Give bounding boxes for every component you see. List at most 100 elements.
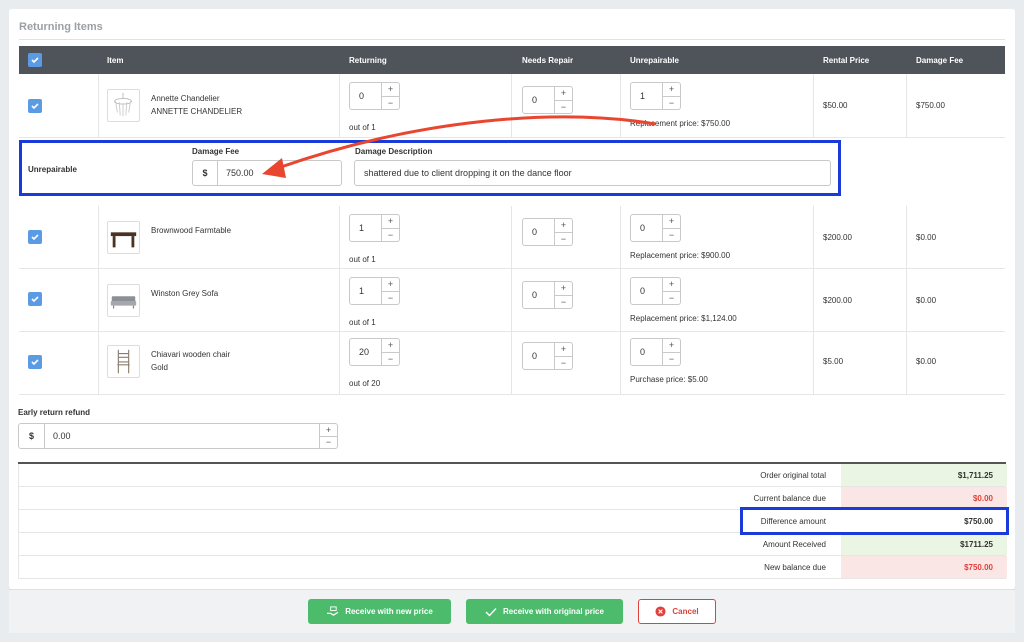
needs-repair-value[interactable]: 0 — [522, 281, 555, 309]
damage-fee-input[interactable]: $ 750.00 — [192, 160, 342, 186]
needs-repair-value[interactable]: 0 — [522, 218, 555, 246]
increment-button[interactable]: + — [555, 342, 573, 356]
decrement-button[interactable]: − — [382, 351, 400, 366]
item-name: Winston Grey Sofa — [151, 289, 219, 298]
item-name: Brownwood Farmtable — [151, 226, 232, 235]
rental-price: $200.00 — [823, 296, 852, 305]
decrement-button[interactable]: − — [382, 290, 400, 305]
price-note: Replacement price: $900.00 — [630, 251, 731, 260]
unrepairable-stepper[interactable]: 0 + − — [630, 214, 681, 242]
summary-value: $0.00 — [841, 487, 1007, 509]
damage-description-value[interactable]: shattered due to client dropping it on t… — [364, 168, 572, 178]
damage-description-label: Damage Description — [355, 147, 433, 156]
returning-value[interactable]: 20 — [349, 338, 382, 366]
check-icon — [31, 359, 39, 366]
summary-row: Order original total $1,711.25 — [18, 464, 1007, 487]
unrepairable-stepper[interactable]: 0 + − — [630, 277, 681, 305]
title-divider — [19, 39, 1005, 40]
needs-repair-stepper[interactable]: 0 + − — [522, 86, 573, 114]
needs-repair-stepper[interactable]: 0 + − — [522, 218, 573, 246]
unrepairable-value[interactable]: 0 — [630, 338, 663, 366]
damage-description-input[interactable]: shattered due to client dropping it on t… — [354, 160, 831, 186]
row-checkbox[interactable] — [28, 292, 42, 306]
early-refund-input[interactable]: $ 0.00 + − — [18, 423, 338, 449]
receive-original-price-button[interactable]: Receive with original price — [466, 599, 623, 624]
increment-button[interactable]: + — [382, 277, 400, 291]
increment-button[interactable]: + — [663, 82, 681, 96]
increment-button[interactable]: + — [382, 214, 400, 228]
select-all-checkbox[interactable] — [28, 53, 42, 67]
unrepairable-value[interactable]: 0 — [630, 214, 663, 242]
decrement-button[interactable]: − — [555, 294, 573, 309]
decrement-button[interactable]: − — [663, 95, 681, 110]
summary-label: Order original total — [760, 471, 826, 480]
damage-fee-value[interactable]: 750.00 — [218, 168, 254, 178]
header-item: Item — [107, 56, 124, 65]
price-note: Replacement price: $750.00 — [630, 119, 731, 128]
decrement-button[interactable]: − — [382, 227, 400, 242]
summary-label: Current balance due — [753, 494, 827, 503]
close-circle-icon — [655, 606, 666, 617]
unrepairable-detail-panel: Unrepairable Damage Fee $ 750.00 Damage … — [19, 140, 841, 196]
cancel-button[interactable]: Cancel — [638, 599, 716, 624]
returning-value[interactable]: 0 — [349, 82, 382, 110]
decrement-button[interactable]: − — [555, 231, 573, 246]
decrement-button[interactable]: − — [555, 355, 573, 370]
decrement-button[interactable]: − — [663, 227, 681, 242]
needs-repair-value[interactable]: 0 — [522, 342, 555, 370]
returning-stepper[interactable]: 0 + − — [349, 82, 400, 110]
unrepairable-stepper[interactable]: 0 + − — [630, 338, 681, 366]
increment-button[interactable]: + — [663, 214, 681, 228]
summary-row: New balance due $750.00 — [18, 556, 1007, 579]
damage-fee: $0.00 — [916, 296, 937, 305]
receive-new-price-label: Receive with new price — [345, 607, 433, 616]
rental-price: $5.00 — [823, 357, 844, 366]
currency-symbol: $ — [19, 424, 45, 448]
increment-button[interactable]: + — [555, 86, 573, 100]
rental-price: $50.00 — [823, 101, 848, 110]
receive-new-price-button[interactable]: Receive with new price — [308, 599, 451, 624]
receive-original-price-label: Receive with original price — [503, 607, 604, 616]
summary-row: Amount Received $1711.25 — [18, 533, 1007, 556]
row-checkbox[interactable] — [28, 355, 42, 369]
increment-button[interactable]: + — [382, 338, 400, 352]
summary-label: New balance due — [764, 563, 826, 572]
increment-button[interactable]: + — [663, 277, 681, 291]
decrement-button[interactable]: − — [555, 99, 573, 114]
increment-button[interactable]: + — [555, 218, 573, 232]
table-row: Annette Chandelier ANNETTE CHANDELIER 0 … — [19, 74, 1005, 138]
row-checkbox[interactable] — [28, 99, 42, 113]
hand-money-icon — [327, 606, 339, 616]
decrement-button[interactable]: − — [663, 351, 681, 366]
unrepairable-value[interactable]: 0 — [630, 277, 663, 305]
increment-button[interactable]: + — [663, 338, 681, 352]
increment-button[interactable]: + — [382, 82, 400, 96]
item-subtitle: ANNETTE CHANDELIER — [151, 107, 243, 116]
farmtable-thumbnail — [107, 221, 140, 254]
returning-stepper[interactable]: 1 + − — [349, 214, 400, 242]
returning-value[interactable]: 1 — [349, 214, 382, 242]
returning-value[interactable]: 1 — [349, 277, 382, 305]
checkmark-icon — [485, 607, 497, 617]
unrepairable-stepper[interactable]: 1 + − — [630, 82, 681, 110]
decrement-button[interactable]: − — [663, 290, 681, 305]
unrepairable-label: Unrepairable — [28, 165, 77, 174]
needs-repair-value[interactable]: 0 — [522, 86, 555, 114]
difference-highlight — [740, 507, 1009, 535]
decrement-button[interactable]: − — [382, 95, 400, 110]
needs-repair-stepper[interactable]: 0 + − — [522, 342, 573, 370]
out-of-text: out of 1 — [349, 318, 376, 327]
returning-stepper[interactable]: 20 + − — [349, 338, 400, 366]
decrement-button[interactable]: − — [320, 437, 337, 449]
returning-stepper[interactable]: 1 + − — [349, 277, 400, 305]
sofa-thumbnail — [107, 284, 140, 317]
increment-button[interactable]: + — [320, 424, 337, 437]
item-subtitle: Gold — [151, 363, 168, 372]
increment-button[interactable]: + — [555, 281, 573, 295]
needs-repair-stepper[interactable]: 0 + − — [522, 281, 573, 309]
unrepairable-value[interactable]: 1 — [630, 82, 663, 110]
damage-fee-label: Damage Fee — [192, 147, 240, 156]
damage-fee: $750.00 — [916, 101, 945, 110]
early-refund-value[interactable]: 0.00 — [45, 431, 319, 441]
row-checkbox[interactable] — [28, 230, 42, 244]
